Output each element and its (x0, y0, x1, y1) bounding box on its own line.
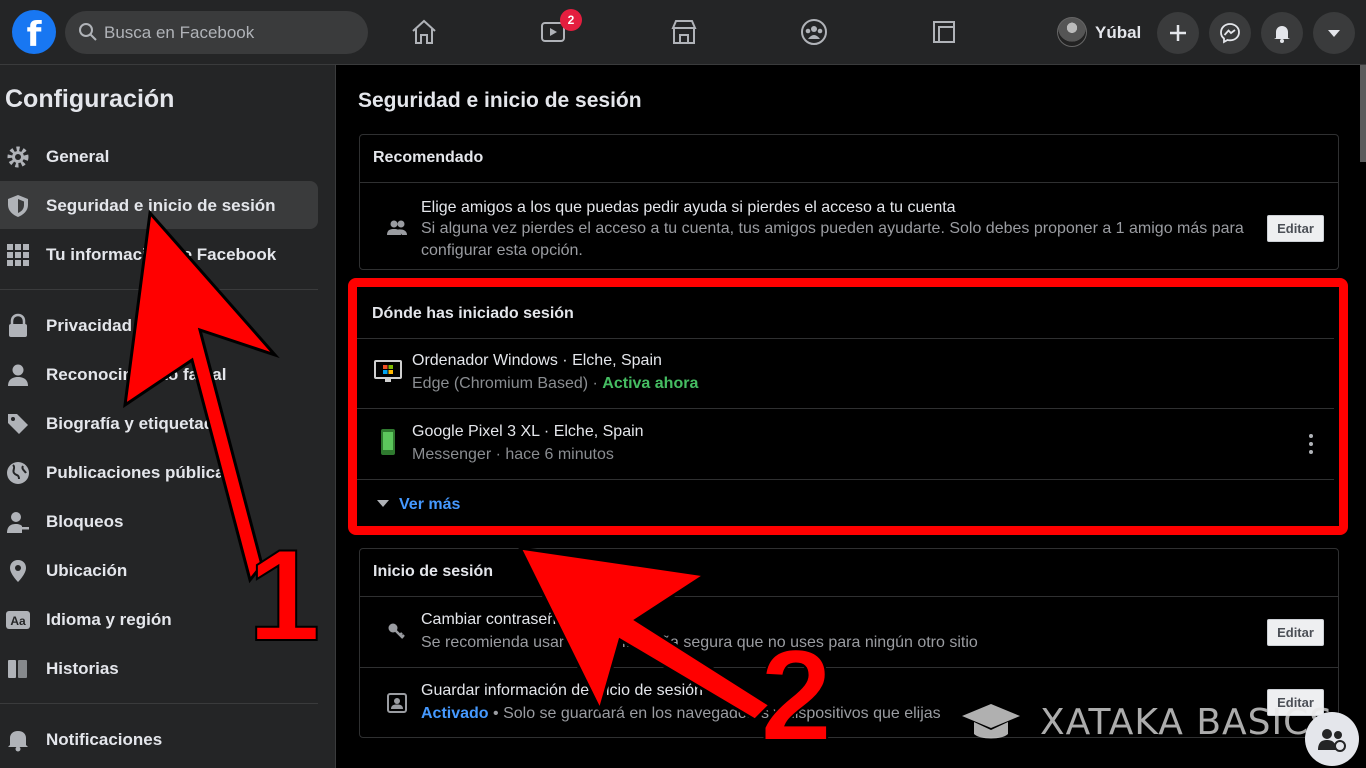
session-device: Google Pixel 3 XL · Elche, Spain (412, 423, 644, 440)
plus-icon (1170, 25, 1186, 41)
account-menu-button[interactable] (1313, 12, 1355, 54)
person-icon (8, 364, 28, 386)
sidebar-item-your-info[interactable]: Tu información de Facebook (0, 230, 318, 278)
top-navigation-bar: f Busca en Facebook 2 Yúbal (0, 0, 1366, 65)
phone-icon (381, 429, 395, 455)
annotation-number-one: 1 (247, 522, 321, 668)
profile-name: Yúbal (1095, 23, 1142, 42)
row-title: Cambiar contraseña (421, 611, 566, 628)
watch-notification-badge: 2 (560, 9, 582, 31)
session-device: Ordenador Windows · Elche, Spain (412, 352, 662, 369)
row-description: Si alguna vez pierdes el acceso a tu cue… (421, 220, 1244, 259)
notifications-button[interactable] (1261, 12, 1303, 54)
search-placeholder: Busca en Facebook (104, 23, 255, 42)
sidebar-item-privacy[interactable]: Privacidad (0, 301, 318, 349)
session-detail: Edge (Chromium Based) · Activa ahora (412, 375, 698, 393)
sidebar-item-label: Publicaciones públicas (46, 463, 235, 482)
profile-card-icon (387, 693, 407, 713)
triangle-down-icon (377, 500, 389, 507)
bell-icon (8, 731, 28, 752)
contacts-floating-button[interactable] (1305, 712, 1359, 766)
messenger-button[interactable] (1209, 12, 1251, 54)
people-add-icon (1318, 729, 1346, 752)
edit-button[interactable]: Editar (1267, 215, 1324, 242)
watermark-text: XATAKA BASICS (1040, 702, 1334, 743)
row-description: Activado • Solo se guardará en los naveg… (421, 703, 941, 725)
recommended-card: Recomendado Elige amigos a los que pueda… (359, 134, 1339, 270)
activated-status: Activado (421, 705, 489, 722)
home-icon[interactable] (406, 14, 442, 50)
sidebar-item-label: Tu información de Facebook (46, 245, 277, 264)
trusted-contacts-row: Elige amigos a los que puedas pedir ayud… (360, 183, 1338, 270)
search-icon (79, 23, 97, 41)
grid-icon (7, 244, 29, 266)
sidebar-item-label: Seguridad e inicio de sesión (46, 196, 276, 215)
see-more-label: Ver más (399, 496, 461, 513)
create-button[interactable] (1157, 12, 1199, 54)
save-login-desc: • Solo se guardará en los navegadores y … (488, 705, 941, 722)
sidebar-item-label: Notificaciones (46, 730, 163, 749)
book-icon (8, 660, 27, 678)
friends-icon (387, 220, 407, 235)
sidebar-item-label: General (46, 147, 110, 166)
active-now-status: Activa ahora (602, 375, 699, 392)
row-title: Elige amigos a los que puedas pedir ayud… (421, 199, 956, 216)
sidebar-item-profile-tagging[interactable]: Biografía y etiquetado (0, 399, 318, 447)
shield-icon (8, 195, 28, 217)
sidebar-item-label: Reconocimiento facial (46, 365, 227, 384)
more-options-icon[interactable] (1308, 433, 1314, 455)
sidebar-divider (0, 289, 318, 290)
session-row[interactable]: Ordenador Windows · Elche, Spain Edge (C… (357, 338, 1334, 409)
sidebar-item-label: Ubicación (46, 561, 128, 580)
annotation-number-two: 2 (759, 622, 833, 768)
watermark: XATAKA BASICS (960, 700, 1332, 746)
active-sessions-card: Dónde has iniciado sesión Ordenador Wind… (357, 289, 1334, 522)
sidebar-title: Configuración (5, 85, 175, 113)
sidebar-item-label: Historias (46, 659, 119, 678)
bell-icon (1274, 26, 1290, 43)
gaming-icon[interactable] (926, 14, 962, 50)
graduation-cap-icon (962, 704, 1020, 739)
aa-icon: Aa (6, 611, 30, 629)
sidebar-item-face-recognition[interactable]: Reconocimiento facial (0, 350, 318, 398)
svg-text:Aa: Aa (10, 614, 26, 628)
edit-button[interactable]: Editar (1267, 619, 1324, 646)
marketplace-icon[interactable] (666, 14, 702, 50)
facebook-logo[interactable]: f (12, 10, 56, 55)
globe-icon (7, 462, 29, 484)
session-detail: Messenger · hace 6 minutos (412, 446, 614, 463)
windows-computer-icon (374, 360, 402, 382)
person-block-icon (7, 512, 29, 533)
tag-icon (8, 414, 28, 434)
row-title: Guardar información de inicio de sesión (421, 682, 703, 699)
scrollbar[interactable] (1360, 65, 1366, 162)
change-password-row[interactable]: Cambiar contraseña Se recomienda usar un… (360, 597, 1338, 668)
sidebar-item-label: Privacidad (46, 316, 132, 335)
sidebar-item-public-posts[interactable]: Publicaciones públicas (0, 448, 318, 496)
sidebar-item-label: Biografía y etiquetado (46, 414, 225, 433)
groups-icon[interactable] (796, 14, 832, 50)
page-title: Seguridad e inicio de sesión (358, 89, 642, 112)
sessions-header: Dónde has iniciado sesión (357, 289, 1334, 339)
sidebar-item-security[interactable]: Seguridad e inicio de sesión (0, 181, 318, 229)
login-header: Inicio de sesión (360, 549, 1338, 597)
recommended-header: Recomendado (360, 135, 1338, 183)
sidebar-divider (0, 703, 318, 704)
avatar (1057, 17, 1087, 47)
sidebar-item-label: Idioma y región (46, 610, 172, 629)
sidebar-item-label: Bloqueos (46, 512, 124, 531)
sidebar-item-general[interactable]: General (0, 132, 318, 180)
session-browser: Edge (Chromium Based) · (412, 375, 603, 392)
search-input[interactable]: Busca en Facebook (65, 11, 368, 54)
see-more-link[interactable]: Ver más (377, 496, 460, 514)
caret-down-icon (1328, 30, 1340, 37)
lock-icon (9, 313, 27, 337)
key-icon (388, 623, 405, 639)
sidebar-item-notifications[interactable]: Notificaciones (0, 715, 318, 763)
row-description: Se recomienda usar una contraseña segura… (421, 634, 978, 651)
messenger-icon (1220, 23, 1240, 44)
session-row[interactable]: Google Pixel 3 XL · Elche, Spain Messeng… (357, 409, 1334, 480)
gear-icon (7, 146, 29, 168)
pin-icon (10, 560, 26, 582)
